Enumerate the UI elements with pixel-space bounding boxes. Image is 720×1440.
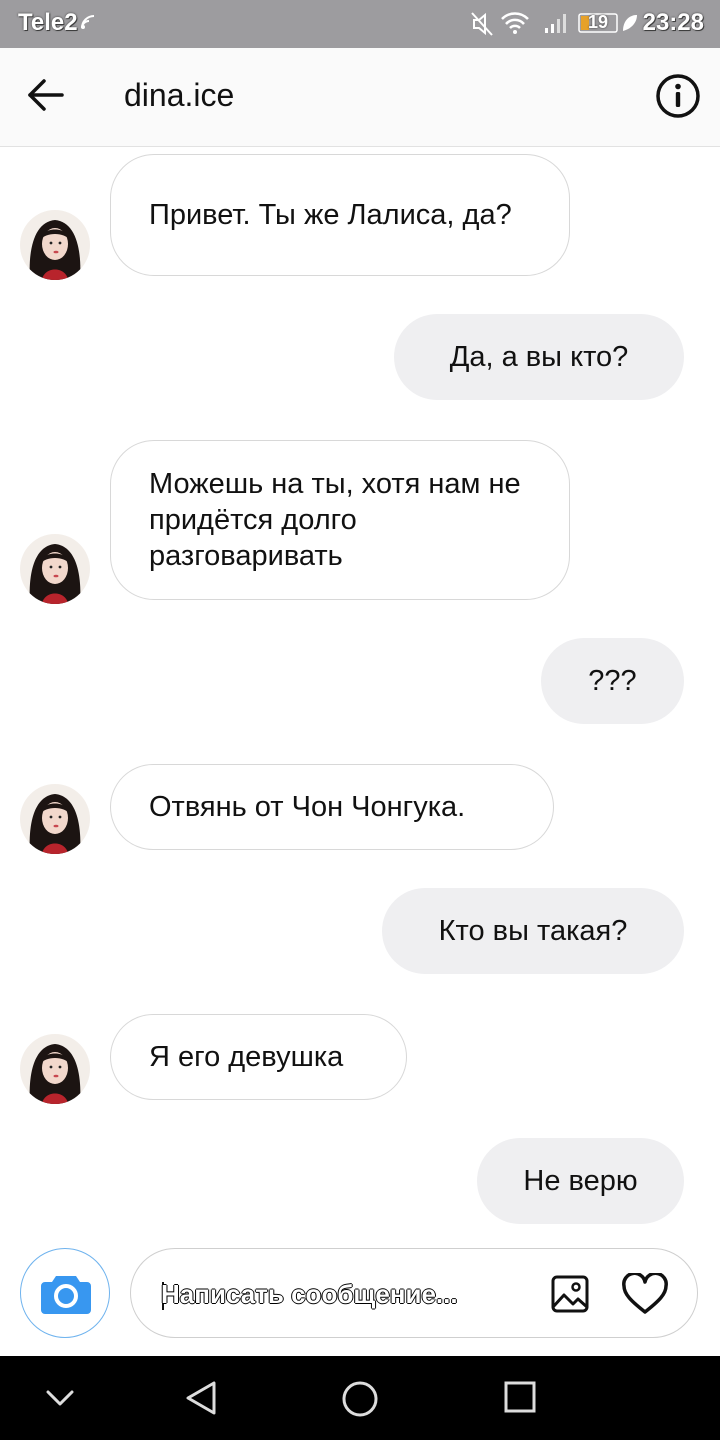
mute-icon <box>471 12 493 36</box>
message-text: Можешь на ты, хотя нам не придётся долго… <box>149 468 521 572</box>
outgoing-message[interactable]: Кто вы такая? <box>382 888 684 974</box>
incoming-message[interactable]: Отвянь от Чон Чонгука. <box>110 764 554 850</box>
wifi-icon <box>501 12 529 34</box>
outgoing-message[interactable]: Да, а вы кто? <box>394 314 684 400</box>
message-text: Я его девушка <box>149 1041 344 1073</box>
camera-icon <box>41 1276 91 1314</box>
back-arrow-icon[interactable] <box>26 78 66 112</box>
carrier-name: Tele2 <box>18 9 78 36</box>
avatar-image <box>20 210 90 280</box>
heart-icon[interactable] <box>621 1273 669 1315</box>
info-icon[interactable] <box>655 73 701 119</box>
message-text: Привет. Ты же Лалиса, да? <box>149 199 512 231</box>
camera-button[interactable] <box>20 1248 110 1338</box>
message-text: Отвянь от Чон Чонгука. <box>149 791 466 823</box>
incoming-message[interactable]: Привет. Ты же Лалиса, да? <box>110 154 570 276</box>
message-input-placeholder: Написать сообщение... <box>161 1279 458 1309</box>
system-nav-bar <box>0 1356 720 1440</box>
message-composer: Написать сообщение... <box>0 1236 720 1356</box>
avatar[interactable] <box>20 534 90 604</box>
incoming-message[interactable]: Я его девушка <box>110 1014 407 1100</box>
chevron-down-icon[interactable] <box>44 1388 76 1408</box>
chat-username[interactable]: dina.ice <box>124 77 234 114</box>
gallery-icon[interactable] <box>551 1275 589 1313</box>
status-bar: Tele2 19 23:28 <box>0 0 720 48</box>
avatar-image <box>20 534 90 604</box>
message-text: Кто вы такая? <box>438 915 628 947</box>
message-input[interactable]: Написать сообщение... <box>130 1248 698 1338</box>
avatar-image <box>20 784 90 854</box>
signal-icon <box>545 14 566 33</box>
clock: 23:28 <box>642 9 704 36</box>
message-text: ??? <box>588 665 637 697</box>
avatar[interactable] <box>20 1034 90 1104</box>
battery-level: 19 <box>588 12 609 32</box>
incoming-message[interactable]: Можешь на ты, хотя нам не придётся долго… <box>110 440 570 600</box>
message-text: Да, а вы кто? <box>449 341 629 373</box>
leaf-icon <box>623 15 637 31</box>
outgoing-message[interactable]: ??? <box>541 638 684 724</box>
avatar[interactable] <box>20 784 90 854</box>
outgoing-message[interactable]: Не верю <box>477 1138 684 1224</box>
back-triangle-icon[interactable] <box>184 1380 218 1416</box>
recents-square-icon[interactable] <box>503 1380 537 1414</box>
chat-header: dina.ice <box>0 48 720 147</box>
avatar-image <box>20 1034 90 1104</box>
message-text: Не верю <box>523 1165 638 1197</box>
avatar[interactable] <box>20 210 90 280</box>
message-list[interactable]: Привет. Ты же Лалиса, да? Да, а вы кто? … <box>0 146 720 1236</box>
home-circle-icon[interactable] <box>341 1380 379 1418</box>
carrier-signal-icon <box>81 15 95 29</box>
